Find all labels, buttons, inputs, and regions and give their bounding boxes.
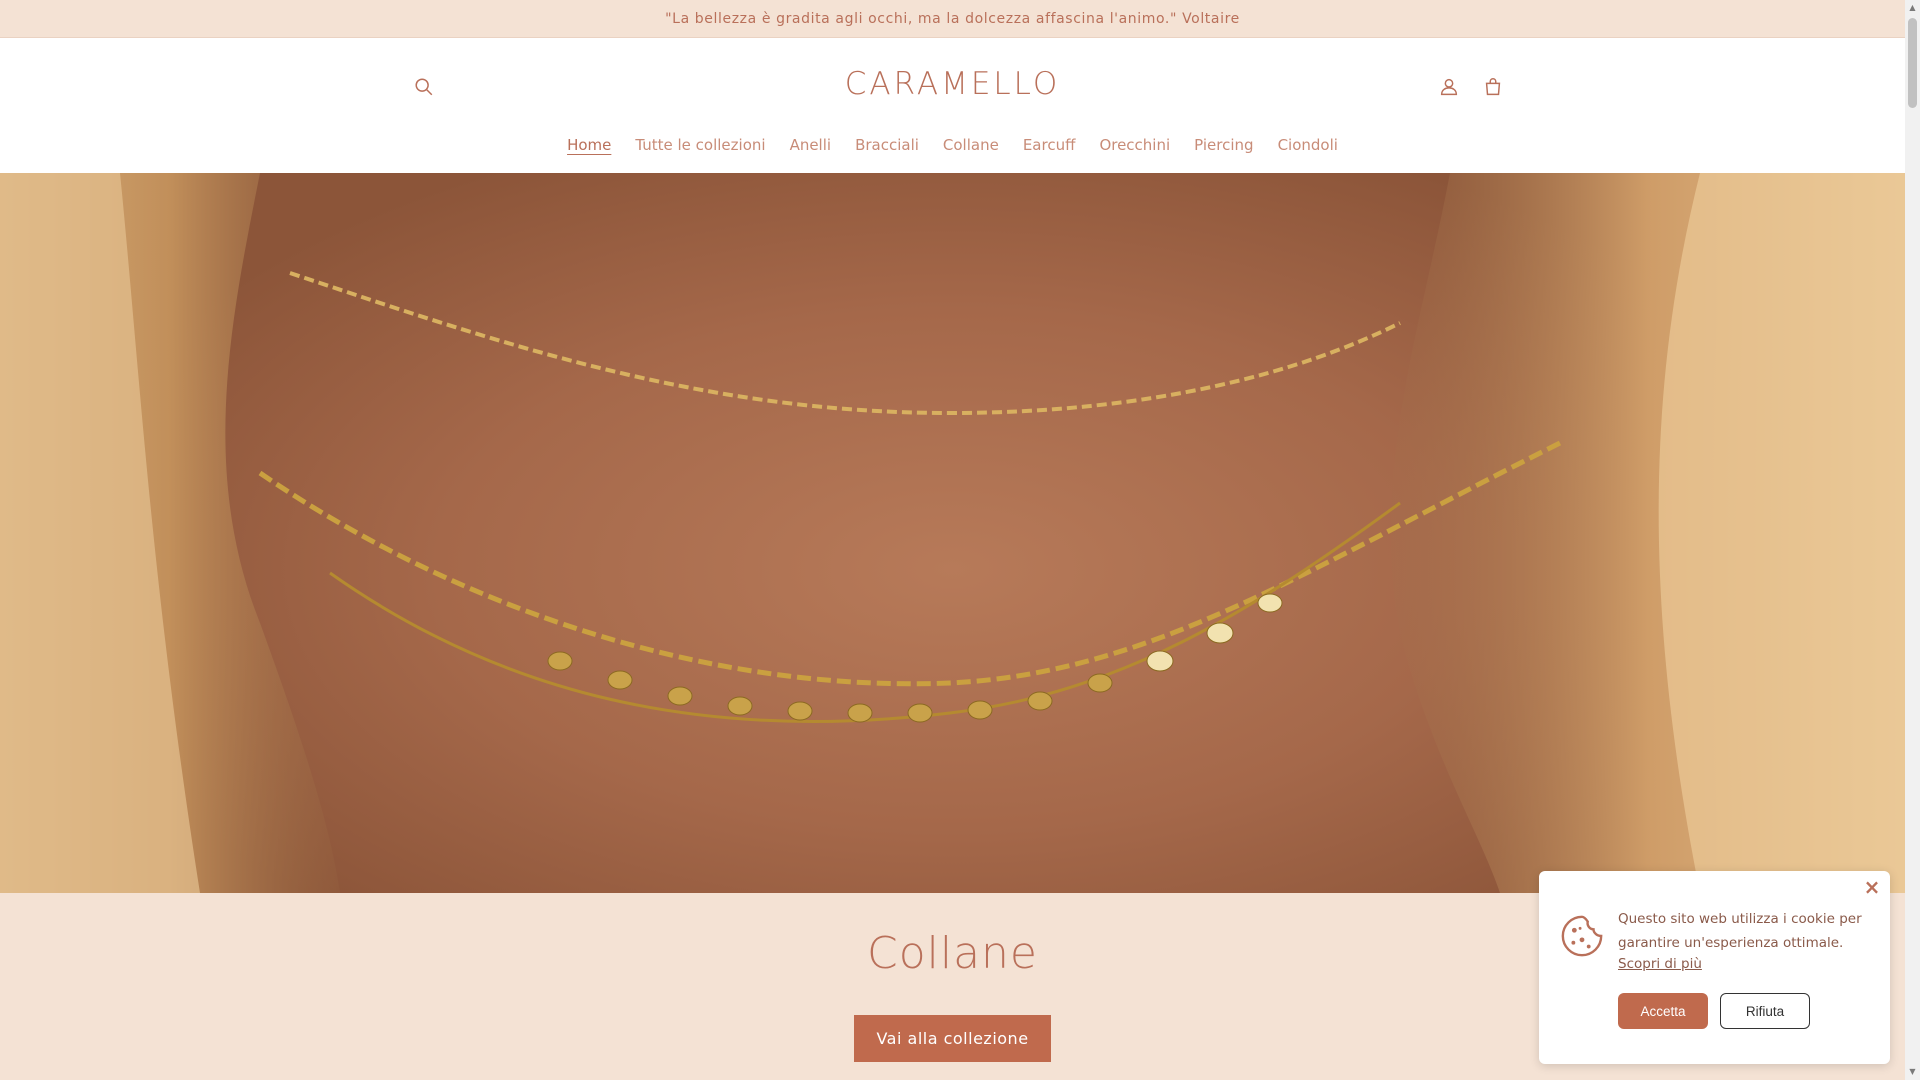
nav-item-rings[interactable]: Anelli — [778, 136, 844, 154]
nav-item-all-collections[interactable]: Tutte le collezioni — [623, 136, 777, 154]
announcement-bar: "La bellezza è gradita agli occhi, ma la… — [0, 0, 1905, 38]
nav-item-pendants[interactable]: Ciondoli — [1266, 136, 1350, 154]
close-icon[interactable]: × — [1862, 877, 1882, 897]
cookie-icon — [1561, 915, 1603, 957]
cookie-message: Questo sito web utilizza i cookie per ga… — [1618, 911, 1862, 951]
hero-image — [0, 173, 1905, 893]
page-scrollbar[interactable]: ▲ ▼ — [1905, 0, 1920, 1080]
cookie-banner: × Questo sito web utilizza i cookie per … — [1539, 871, 1890, 1064]
announcement-text: "La bellezza è gradita agli occhi, ma la… — [665, 10, 1240, 27]
main-nav: Home Tutte le collezioni Anelli Braccial… — [0, 136, 1905, 154]
nav-item-earrings[interactable]: Orecchini — [1087, 136, 1182, 154]
cookie-learn-more-link[interactable]: Scopri di più — [1618, 956, 1702, 972]
necklaces-photo — [0, 173, 1905, 893]
nav-item-piercing[interactable]: Piercing — [1182, 136, 1265, 154]
reject-cookies-button[interactable]: Rifiuta — [1720, 993, 1810, 1029]
nav-item-home[interactable]: Home — [555, 136, 623, 154]
nav-item-earcuff[interactable]: Earcuff — [1011, 136, 1088, 154]
cart-button[interactable] — [1475, 69, 1511, 105]
nav-item-bracelets[interactable]: Bracciali — [843, 136, 931, 154]
cart-icon — [1485, 78, 1501, 96]
site-header: CARAMELLO Home Tutte le collezioni Anell… — [0, 38, 1905, 173]
go-to-collection-button[interactable]: Vai alla collezione — [854, 1015, 1051, 1062]
site-logo[interactable]: CARAMELLO — [0, 66, 1905, 102]
scroll-thumb[interactable] — [1908, 18, 1917, 108]
account-button[interactable] — [1431, 69, 1467, 105]
scroll-down-arrow-icon[interactable]: ▼ — [1908, 1067, 1917, 1077]
scroll-up-arrow-icon[interactable]: ▲ — [1908, 3, 1917, 13]
nav-item-necklaces[interactable]: Collane — [931, 136, 1011, 154]
account-icon — [1440, 78, 1458, 96]
accept-cookies-button[interactable]: Accetta — [1618, 993, 1708, 1029]
